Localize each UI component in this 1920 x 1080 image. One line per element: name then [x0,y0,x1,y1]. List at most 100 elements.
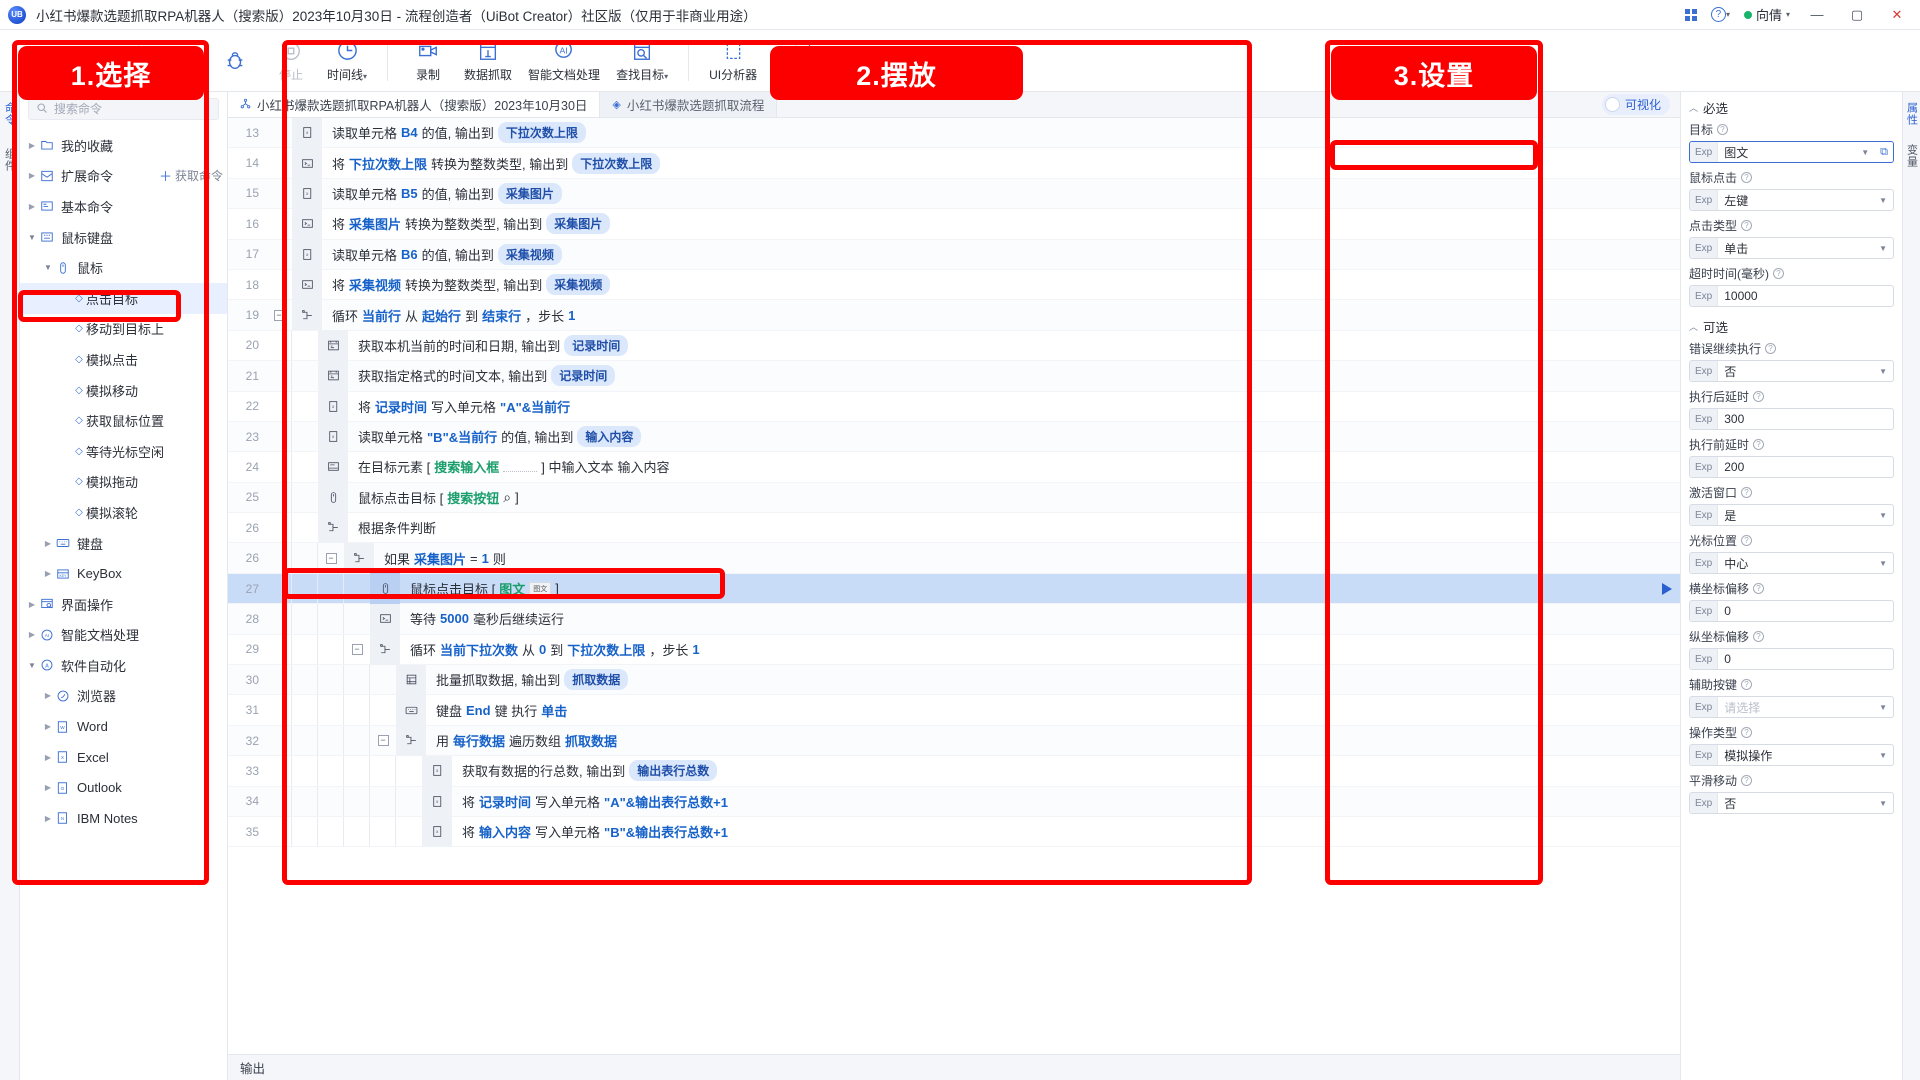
chevron-down-icon[interactable]: ▼ [1879,703,1893,712]
sidebar-item-22[interactable]: ▶ N IBM Notes [20,803,227,834]
flow-row[interactable]: 18 将采集视频 转换为整数类型, 输出到 采集视频 [228,269,1680,301]
variable-pill[interactable]: 抓取数据 [564,669,629,691]
target-element-name[interactable]: 搜索按钮 [447,488,499,507]
edit-target-icon[interactable]: ⧉ [1875,146,1893,159]
flow-row[interactable]: 21 获取指定格式的时间文本, 输出到 记录时间 [228,360,1680,392]
sidebar-item-20[interactable]: ▶ X Excel [20,742,227,773]
help-tooltip-icon[interactable]: ? [1741,535,1753,546]
tab-secondary-flow[interactable]: ◈ 小红书爆款选题抓取流程 [600,92,778,117]
run-from-here-icon[interactable] [1662,582,1672,595]
apps-grid-icon[interactable] [1684,8,1697,21]
close-button[interactable]: ✕ [1884,4,1910,26]
flow-row[interactable]: 19 − 循环 当前行从起始行到结束行 ，步长 1 [228,299,1680,331]
flow-row[interactable]: 32 − 用每行数据 遍历数组 抓取数据 [228,725,1680,757]
flow-row[interactable]: 27 鼠标点击目标 [图文 图文] [228,573,1680,605]
help-tooltip-icon[interactable]: ? [1717,124,1729,135]
help-icon[interactable]: ? ▾ [1710,7,1730,22]
row-collapser[interactable]: − [266,300,292,329]
row-collapser[interactable]: − [370,726,396,755]
field-input[interactable]: Exp 10000 [1689,285,1894,307]
sidebar-item-21[interactable]: ▶ O Outlook [20,772,227,803]
help-tooltip-icon[interactable]: ? [1741,775,1753,786]
sidebar-item-0[interactable]: ▶ 我的收藏 [20,130,227,161]
search-box[interactable] [28,98,219,120]
chevron-right-icon[interactable]: ▶ [26,600,38,609]
sidebar-item-6[interactable]: ◇ 移动到目标上 [20,314,227,345]
flow-row[interactable]: 23 x 读取单元格 "B"&当前行 的值, 输出到 输入内容 [228,421,1680,453]
field-input[interactable]: Exp 是 ▼ [1689,504,1894,526]
field-input[interactable]: Exp 0 [1689,600,1894,622]
flow-row[interactable]: 35 x 将输入内容 写入单元格 "B"&输出表行总数+1 [228,816,1680,848]
flow-row[interactable]: 13 x 读取单元格 B4 的值, 输出到 下拉次数上限 [228,118,1680,149]
field-input[interactable]: Exp 0 [1689,648,1894,670]
get-command-button[interactable]: ＋获取命令 [159,166,223,185]
sidebar-item-1[interactable]: ▶ 扩展命令 ＋获取命令 [20,161,227,192]
output-strip[interactable]: 输出 [228,1054,1680,1080]
field-input[interactable]: Exp 图文 ▼ ⧉ [1689,141,1894,163]
chevron-right-icon[interactable]: ▶ [26,630,38,639]
field-input[interactable]: Exp 300 [1689,408,1894,430]
variable-pill[interactable]: 记录时间 [551,365,616,387]
variable-pill[interactable]: 采集图片 [546,213,611,235]
flow-row[interactable]: 15 x 读取单元格 B5 的值, 输出到 采集图片 [228,178,1680,210]
flow-row[interactable]: 34 x 将记录时间 写入单元格 "A"&输出表行总数+1 [228,786,1680,817]
variable-pill[interactable]: 采集视频 [546,274,611,296]
chevron-down-icon[interactable]: ▼ [1879,799,1893,808]
ai-doc-button[interactable]: AI 智能文档处理 [520,33,608,89]
flow-rows-container[interactable]: 13 x 读取单元格 B4 的值, 输出到 下拉次数上限 14 将下拉次数上限 转换为整数类型,… [228,118,1680,1054]
chevron-down-icon[interactable]: ▼ [1861,148,1875,157]
help-tooltip-icon[interactable]: ? [1765,343,1777,354]
debug-button[interactable] [207,33,263,89]
chevron-right-icon[interactable]: ▶ [42,753,54,762]
vtab-commands[interactable]: 命令 [2,102,18,126]
stop-button[interactable]: 停止 [263,33,319,89]
field-input[interactable]: Exp 否 ▼ [1689,792,1894,814]
chevron-right-icon[interactable]: ▶ [26,141,38,150]
chevron-down-icon[interactable]: ▼ [26,661,38,670]
chevron-down-icon[interactable]: ▼ [1879,244,1893,253]
chevron-down-icon[interactable]: ▼ [1879,559,1893,568]
sidebar-item-5[interactable]: ◇ 点击目标 [20,282,227,314]
search-input[interactable] [54,102,211,116]
sidebar-item-14[interactable]: ▶ KEY KeyBox [20,558,227,589]
collapse-toggle-icon[interactable]: − [273,309,285,321]
chevron-right-icon[interactable]: ▶ [42,814,54,823]
help-tooltip-icon[interactable]: ? [1753,631,1765,642]
help-tooltip-icon[interactable]: ? [1753,583,1765,594]
sidebar-item-9[interactable]: ◇ 获取鼠标位置 [20,405,227,436]
find-target-button[interactable]: 查找目标▾ [608,33,676,89]
field-input[interactable]: Exp 左键 ▼ [1689,189,1894,211]
sidebar-item-18[interactable]: ▶ 浏览器 [20,681,227,712]
help-tooltip-icon[interactable]: ? [1741,727,1753,738]
sidebar-item-15[interactable]: ▶ 界面操作 [20,589,227,620]
help-tooltip-icon[interactable]: ? [1741,487,1753,498]
flow-row[interactable]: 20 获取本机当前的时间和日期, 输出到 记录时间 [228,330,1680,362]
minimize-button[interactable]: — [1804,4,1830,26]
chevron-right-icon[interactable]: ▶ [42,569,54,578]
section-required[interactable]: ︿ 必选 [1681,92,1902,119]
chevron-right-icon[interactable]: ▶ [42,722,54,731]
vtab-properties[interactable]: 属性 [1904,102,1920,126]
target-element-name[interactable]: 搜索输入框 [434,457,499,476]
sidebar-item-13[interactable]: ▶ 键盘 [20,528,227,559]
sidebar-item-10[interactable]: ◇ 等待光标空闲 [20,436,227,467]
chevron-right-icon[interactable]: ▶ [26,202,38,211]
collapse-toggle-icon[interactable]: − [351,643,363,655]
variable-pill[interactable]: 下拉次数上限 [572,152,661,174]
help-tooltip-icon[interactable]: ? [1773,268,1784,279]
variable-pill[interactable]: 输入内容 [577,426,642,448]
help-tooltip-icon[interactable]: ? [1753,439,1765,450]
sidebar-item-17[interactable]: ▼ A 软件自动化 [20,650,227,681]
field-input[interactable]: Exp 200 [1689,456,1894,478]
sidebar-item-2[interactable]: ▶ 基本命令 [20,191,227,222]
flow-row[interactable]: 26 − 如果 采集图片 = 1 则 [228,542,1680,574]
variable-pill[interactable]: 采集视频 [497,243,562,265]
flow-row[interactable]: 33 x 获取有数据的行总数, 输出到 输出表行总数 [228,755,1680,787]
help-tooltip-icon[interactable]: ? [1741,679,1753,690]
timeline-button[interactable]: 时间线▾ [319,33,375,89]
field-input[interactable]: Exp 请选择 ▼ [1689,696,1894,718]
chevron-right-icon[interactable]: ▶ [42,691,54,700]
sidebar-item-4[interactable]: ▼ 鼠标 [20,252,227,283]
help-tooltip-icon[interactable]: ? [1753,391,1765,402]
maximize-button[interactable]: ▢ [1844,4,1870,26]
